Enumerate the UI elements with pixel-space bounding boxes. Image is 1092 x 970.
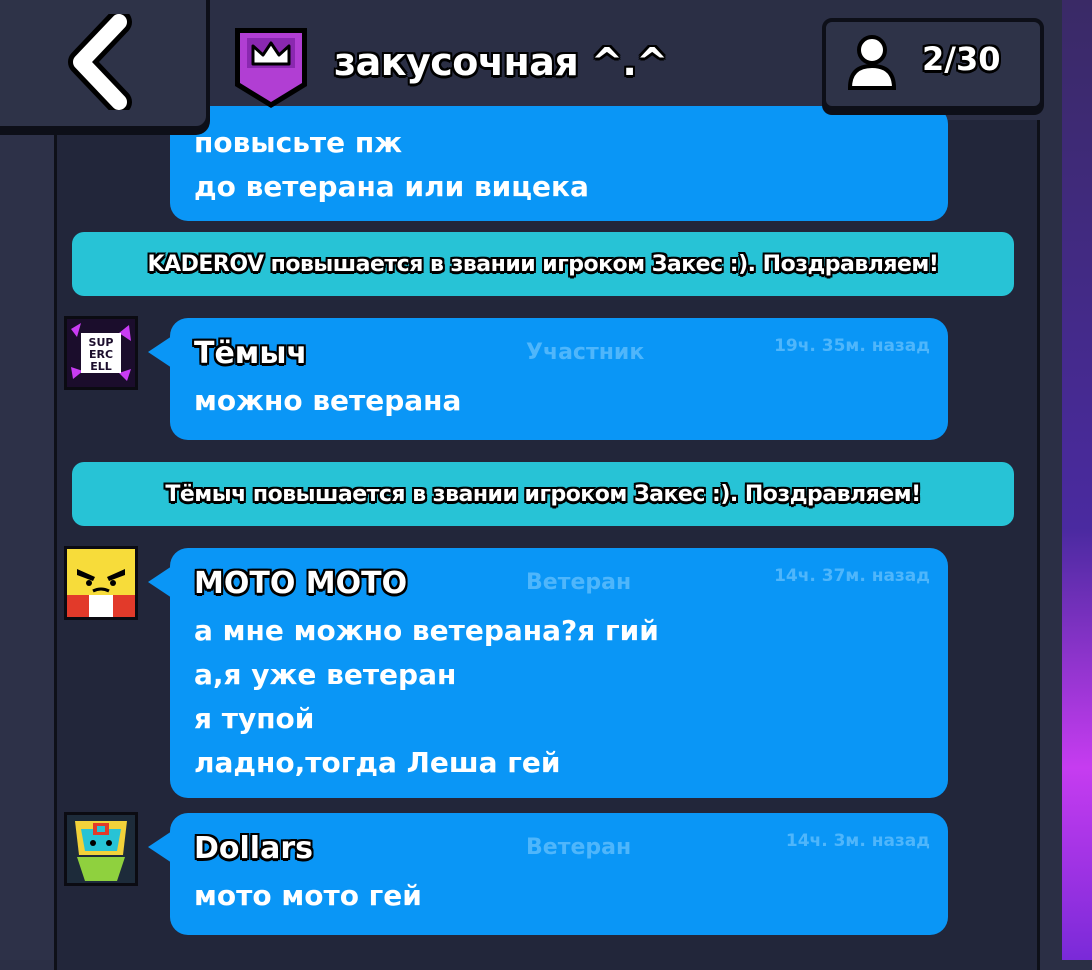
bubble-tail xyxy=(148,831,172,863)
message-line: до ветерана или вицека xyxy=(194,170,589,203)
message-line: а мне можно ветерана?я гий xyxy=(194,614,659,647)
message-line: повысьте пж xyxy=(194,126,403,159)
person-icon xyxy=(847,35,897,90)
back-button[interactable] xyxy=(0,0,210,130)
background-right xyxy=(1062,0,1092,960)
brawler-portrait-icon xyxy=(67,815,135,883)
svg-text:ELL: ELL xyxy=(90,360,112,373)
system-banner: KADEROV повышается в звании игроком Заке… xyxy=(72,232,1014,296)
message-line: мото мото гей xyxy=(194,879,422,912)
system-text: KADEROV повышается в звании игроком Заке… xyxy=(147,251,939,277)
message-role: Участник xyxy=(526,340,645,365)
avatar[interactable] xyxy=(64,546,138,620)
message-role: Ветеран xyxy=(526,570,632,595)
avatar[interactable] xyxy=(64,812,138,886)
message-line: а,я уже ветеран xyxy=(194,658,457,691)
message-role: Ветеран xyxy=(526,835,632,860)
bubble-tail xyxy=(148,566,172,598)
message-line: ладно,тогда Леша гей xyxy=(194,746,561,779)
bubble-tail xyxy=(148,336,172,368)
message-author[interactable]: МОТО МОТО xyxy=(194,566,407,601)
system-text: Тёмыч повышается в звании игроком Закес … xyxy=(165,481,921,507)
chevron-left-icon xyxy=(68,14,132,110)
message-author[interactable]: Dollars xyxy=(194,831,313,866)
angry-face-icon xyxy=(67,549,135,617)
background-left xyxy=(0,0,56,960)
message-line: можно ветерана xyxy=(194,384,462,417)
members-count: 2/30 xyxy=(922,40,1001,78)
clan-badge-icon[interactable] xyxy=(231,24,311,112)
message-time: 14ч. 3м. назад xyxy=(785,831,930,851)
message-time: 14ч. 37м. назад xyxy=(774,566,930,586)
supercell-logo-icon: SUP ERC ELL xyxy=(67,319,135,387)
members-count-button[interactable]: 2/30 xyxy=(822,18,1044,110)
message-bubble: Тёмыч Участник 19ч. 35м. назад можно вет… xyxy=(148,318,948,440)
message-bubble: повысьте пж до ветерана или вицека xyxy=(170,106,948,221)
message-bubble: МОТО МОТО Ветеран 14ч. 37м. назад а мне … xyxy=(148,548,948,798)
message-author[interactable]: Тёмыч xyxy=(194,336,307,371)
scrollbar[interactable] xyxy=(1027,130,1033,950)
message-line: я тупой xyxy=(194,702,315,735)
message-bubble: Dollars Ветеран 14ч. 3м. назад мото мото… xyxy=(148,813,948,935)
avatar[interactable]: SUP ERC ELL xyxy=(64,316,138,390)
system-banner: Тёмыч повышается в звании игроком Закес … xyxy=(72,462,1014,526)
clan-name[interactable]: закусочная ^.^ xyxy=(334,40,668,84)
message-time: 19ч. 35м. назад xyxy=(774,336,930,356)
